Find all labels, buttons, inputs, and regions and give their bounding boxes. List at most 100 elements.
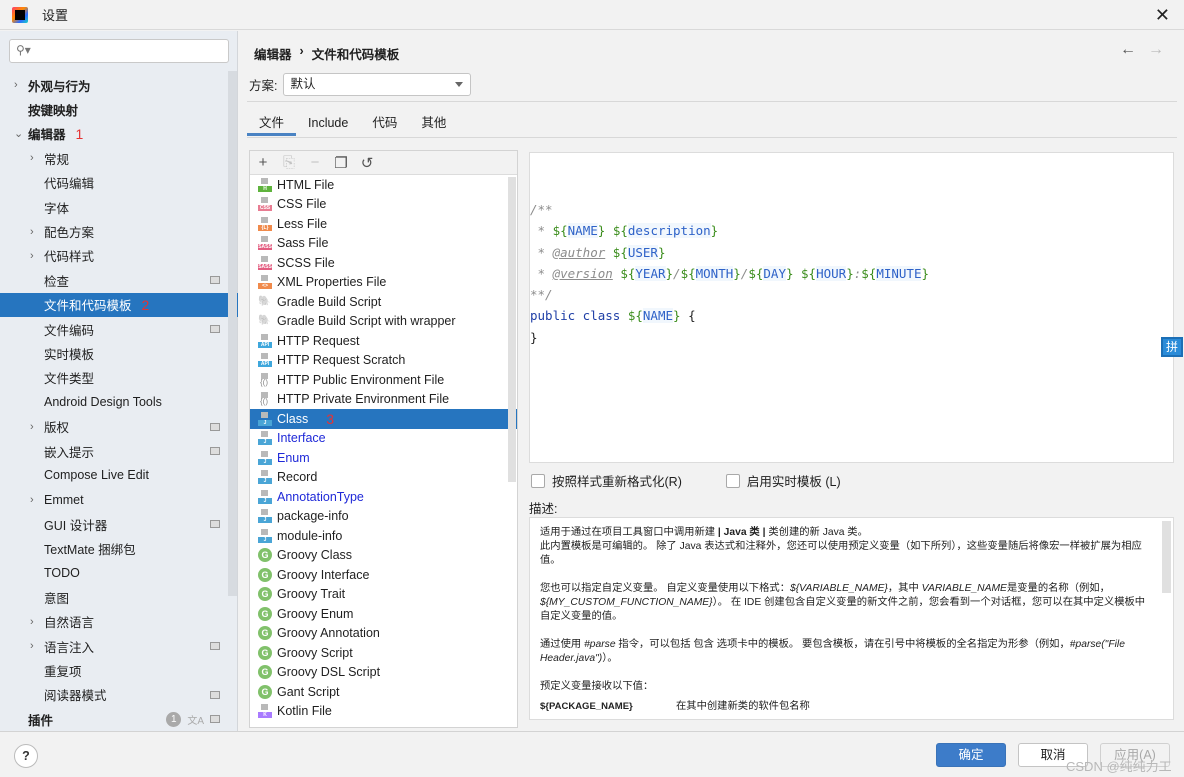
template-item[interactable]: G Groovy Script: [250, 643, 517, 663]
chevron-right-icon[interactable]: ›: [30, 494, 34, 506]
template-item[interactable]: G Groovy DSL Script: [250, 663, 517, 683]
reformat-checkbox[interactable]: 按照样式重新格式化(R): [531, 471, 682, 490]
template-item[interactable]: API HTTP Request: [250, 331, 517, 351]
breadcrumb-item[interactable]: 编辑器: [254, 44, 292, 63]
template-item[interactable]: Jpackage-info: [250, 507, 517, 527]
template-item[interactable]: <> XML Properties File: [250, 273, 517, 293]
template-item[interactable]: H HTML File: [250, 175, 517, 195]
back-arrow-icon[interactable]: ←: [1120, 41, 1136, 59]
sidebar-item[interactable]: Android Design Tools: [0, 390, 238, 414]
template-item[interactable]: G Groovy Class: [250, 546, 517, 566]
sidebar-item[interactable]: 插件 1 文A: [0, 707, 238, 731]
template-item[interactable]: K Kotlin File: [250, 702, 517, 722]
template-item[interactable]: Jmodule-info: [250, 526, 517, 546]
template-item[interactable]: G Groovy Trait: [250, 585, 517, 605]
template-item[interactable]: API HTTP Request Scratch: [250, 351, 517, 371]
template-item[interactable]: G Groovy Enum: [250, 604, 517, 624]
help-button[interactable]: ?: [14, 744, 38, 768]
sidebar-item[interactable]: 阅读器模式: [0, 683, 238, 707]
template-item[interactable]: CSS CSS File: [250, 195, 517, 215]
sidebar-item[interactable]: › 配色方案: [0, 219, 238, 243]
template-item[interactable]: J Enum: [250, 448, 517, 468]
close-icon[interactable]: ✕: [1155, 5, 1170, 26]
sidebar-item[interactable]: ⌄ 编辑器 1: [0, 122, 238, 146]
sidebar-item[interactable]: › 代码样式: [0, 244, 238, 268]
live-templates-checkbox[interactable]: 启用实时模板 (L): [725, 471, 841, 490]
description-paragraph: 您也可以指定自定义变量。 自定义变量使用以下格式：${VARIABLE_NAME…: [540, 582, 1155, 624]
chevron-right-icon[interactable]: ›: [14, 79, 18, 91]
sidebar-item[interactable]: 实时模板: [0, 341, 238, 365]
annotation-number: 3: [326, 410, 335, 427]
code-token: }: [673, 308, 681, 324]
copy-icon[interactable]: ❐: [334, 154, 348, 172]
checkbox-box[interactable]: [725, 473, 740, 488]
sidebar-item[interactable]: 嵌入提示: [0, 439, 238, 463]
template-item[interactable]: 🐘 Gradle Build Script: [250, 292, 517, 312]
template-item[interactable]: {() HTTP Public Environment File: [250, 370, 517, 390]
tab-0[interactable]: 文件: [247, 111, 297, 136]
tab-2[interactable]: 代码: [360, 111, 409, 136]
sidebar-item[interactable]: › 常规: [0, 146, 238, 170]
sidebar-item[interactable]: 文件和代码模板 2: [0, 292, 238, 317]
tab-3[interactable]: 其他: [409, 111, 458, 136]
checkbox-box[interactable]: [531, 473, 545, 488]
sidebar-item[interactable]: 意图: [0, 585, 238, 609]
create-child-template-icon[interactable]: ⎘: [282, 154, 296, 171]
code-token: YEAR: [635, 265, 666, 281]
reset-icon[interactable]: ↺: [360, 154, 374, 172]
template-name: HTTP Private Environment File: [277, 392, 450, 407]
sidebar-item[interactable]: GUI 设计器: [0, 512, 238, 536]
template-item[interactable]: J Class 3: [250, 409, 517, 429]
ime-indicator-icon[interactable]: 拼: [1161, 337, 1183, 357]
sidebar-item[interactable]: TODO: [0, 561, 238, 585]
template-item[interactable]: SASS SCSS File: [250, 253, 517, 273]
tab-1[interactable]: Include: [296, 111, 360, 136]
sidebar-item[interactable]: › 版权: [0, 414, 238, 438]
chevron-down-icon[interactable]: ⌄: [14, 127, 23, 140]
plugin-badges: 1 文A: [166, 711, 220, 727]
template-item[interactable]: J AnnotationType: [250, 487, 517, 507]
template-item[interactable]: G Groovy Annotation: [250, 624, 517, 644]
template-item[interactable]: G Groovy Interface: [250, 565, 517, 585]
sidebar-item[interactable]: › 外观与行为: [0, 73, 238, 97]
css-file-icon: CSS: [258, 197, 272, 212]
ok-button[interactable]: 确定: [936, 743, 1006, 767]
sidebar-item[interactable]: › 语言注入: [0, 634, 238, 658]
description-scrollbar[interactable]: [1162, 521, 1171, 593]
groovy-file-icon: G: [258, 626, 272, 641]
sidebar-item[interactable]: 字体: [0, 195, 238, 219]
template-list-scrollbar[interactable]: [508, 177, 516, 482]
sidebar-item[interactable]: 按键映射: [0, 97, 238, 121]
template-item[interactable]: {() HTTP Private Environment File: [250, 390, 517, 410]
sidebar-item[interactable]: TextMate 捆绑包: [0, 536, 238, 560]
sidebar-item[interactable]: › 自然语言: [0, 610, 238, 634]
sidebar-scrollbar[interactable]: [228, 71, 237, 596]
sidebar-item[interactable]: › Emmet: [0, 488, 238, 512]
template-item[interactable]: G Gant Script: [250, 682, 517, 702]
template-code-editor[interactable]: /** * ${NAME} ${description} * @author $…: [529, 152, 1174, 463]
sidebar-item[interactable]: 代码编辑: [0, 171, 238, 195]
chevron-right-icon[interactable]: ›: [30, 152, 34, 164]
scheme-dropdown[interactable]: 默认: [283, 73, 472, 96]
forward-arrow-icon[interactable]: →: [1148, 41, 1164, 59]
chevron-right-icon[interactable]: ›: [30, 616, 34, 628]
chevron-right-icon[interactable]: ›: [30, 640, 34, 652]
sidebar-item[interactable]: 文件编码: [0, 317, 238, 341]
sidebar-item[interactable]: 检查: [0, 268, 238, 292]
sidebar-item[interactable]: Compose Live Edit: [0, 463, 238, 487]
add-icon[interactable]: +: [256, 154, 270, 171]
sidebar-item[interactable]: 重复项: [0, 658, 238, 682]
chevron-right-icon[interactable]: ›: [30, 421, 34, 433]
template-item[interactable]: J Record: [250, 468, 517, 488]
project-scope-icon: [210, 715, 220, 724]
template-item[interactable]: SASS Sass File: [250, 234, 517, 254]
template-item[interactable]: 🐘 Gradle Build Script with wrapper: [250, 312, 517, 332]
template-item[interactable]: J Interface: [250, 429, 517, 449]
chevron-right-icon[interactable]: ›: [30, 226, 34, 238]
sidebar-item[interactable]: 文件类型: [0, 366, 238, 390]
settings-search-input[interactable]: ⚲▾: [9, 39, 229, 63]
remove-icon[interactable]: −: [308, 154, 322, 171]
template-item[interactable]: {L} Less File: [250, 214, 517, 234]
chevron-right-icon[interactable]: ›: [30, 250, 34, 262]
